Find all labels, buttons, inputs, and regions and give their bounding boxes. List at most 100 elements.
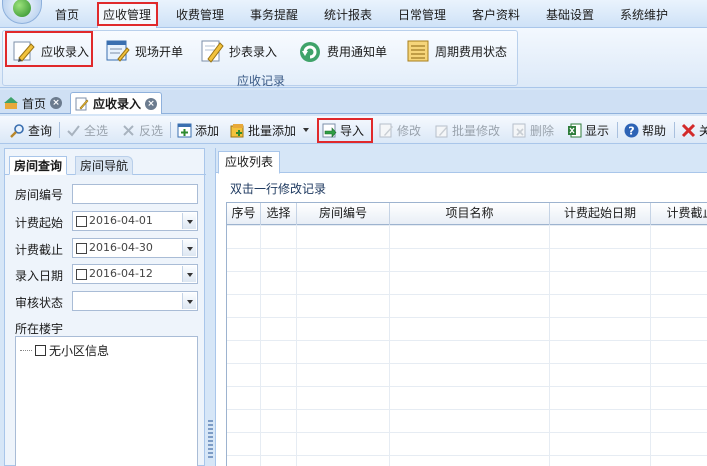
toolbar-import-button[interactable]: 导入 (322, 121, 364, 139)
app-logo-icon (13, 0, 31, 17)
app-orb-button[interactable] (2, 0, 42, 24)
main-menu-bar: 首页 应收管理 收费管理 事务提醒 统计报表 日常管理 客户资料 基础设置 系统… (0, 0, 707, 28)
toolbar-button-label: 删除 (530, 123, 555, 138)
toolbar-delete-button[interactable]: 删除 (512, 121, 554, 139)
column-header-charge-start[interactable]: 计费起始日期 (550, 203, 651, 225)
cross-icon (123, 124, 134, 136)
audit-status-label: 审核状态 (15, 296, 64, 310)
toolbar-add-button[interactable]: 添加 (177, 121, 219, 139)
room-number-label: 房间编号 (15, 188, 64, 202)
toolbar-button-label: 帮助 (642, 123, 667, 138)
menu-settings[interactable]: 基础设置 (537, 5, 603, 25)
batch-add-icon (230, 123, 244, 137)
check-icon (67, 124, 80, 137)
chevron-down-icon[interactable] (182, 213, 196, 229)
column-header-room-number[interactable]: 房间编号 (297, 203, 390, 225)
chevron-down-icon[interactable] (182, 240, 196, 256)
menu-home[interactable]: 首页 (47, 5, 87, 25)
toolbar-separator (674, 122, 675, 138)
tree-node-checkbox[interactable] (35, 345, 46, 356)
column-header-item-name[interactable]: 项目名称 (390, 203, 550, 225)
menu-reminders[interactable]: 事务提醒 (241, 5, 307, 25)
grid-header: 序号 选择 房间编号 项目名称 计费起始日期 计费截止 (227, 203, 707, 225)
toolbar-help-button[interactable]: ? 帮助 (624, 121, 666, 139)
charge-end-checkbox[interactable] (76, 243, 87, 254)
ribbon-button-fee-notice[interactable]: 费用通知单 (297, 36, 387, 66)
charge-start-datepicker[interactable]: 2016-04-01 (72, 211, 198, 231)
toolbar-invert-select-button[interactable]: 反选 (121, 121, 163, 139)
tree-connector (20, 350, 32, 351)
ribbon-button-onsite-billing[interactable]: 现场开单 (105, 36, 183, 66)
home-icon (4, 97, 18, 109)
tab-room-navigation[interactable]: 房间导航 (75, 156, 134, 175)
form-edit-icon (105, 38, 131, 64)
meter-pencil-icon (199, 38, 225, 64)
menu-receivable[interactable]: 应收管理 (97, 3, 157, 28)
receivable-grid[interactable]: 序号 选择 房间编号 项目名称 计费起始日期 计费截止 (226, 202, 707, 466)
menu-customers[interactable]: 客户资料 (463, 5, 529, 25)
grid-column-line (549, 225, 550, 466)
audit-status-select[interactable] (72, 291, 198, 311)
column-header-index[interactable]: 序号 (227, 203, 261, 225)
ribbon-button-label: 周期费用状态 (435, 44, 508, 59)
room-number-input[interactable] (72, 184, 198, 204)
delete-icon (512, 123, 526, 137)
ribbon-button-receivable-entry[interactable]: 应收录入 (11, 36, 89, 66)
ribbon: 应收录入 现场开单 抄表录入 费用通知单 周期费用状态 应收记录 (0, 28, 707, 88)
menu-maintenance[interactable]: 系统维护 (611, 5, 677, 25)
excel-icon (568, 123, 582, 137)
ribbon-button-period-status[interactable]: 周期费用状态 (405, 36, 507, 66)
charge-end-value: 2016-04-30 (89, 241, 153, 254)
column-header-select[interactable]: 选择 (261, 203, 297, 225)
document-tab-strip: 首页 × 应收录入 × (0, 90, 707, 114)
toolbar-search-button[interactable]: 查询 (10, 121, 52, 139)
grid-column-line (650, 225, 651, 466)
menu-reports[interactable]: 统计报表 (315, 5, 381, 25)
grid-column-line (260, 225, 261, 466)
ribbon-button-meter-entry[interactable]: 抄表录入 (199, 36, 277, 66)
tab-room-query[interactable]: 房间查询 (9, 156, 68, 175)
toolbar-close-button[interactable]: 关 (681, 121, 707, 139)
tree-node[interactable]: 无小区信息 (20, 342, 109, 359)
import-icon (322, 123, 337, 138)
chevron-down-icon[interactable] (182, 266, 196, 282)
ledger-icon (405, 38, 431, 64)
panel-splitter[interactable] (206, 148, 215, 466)
tab-receivable-list[interactable]: 应收列表 (218, 151, 281, 174)
grid-column-line (389, 225, 390, 466)
toolbar-button-label: 批量添加 (248, 123, 297, 138)
charge-end-label: 计费截止 (15, 243, 64, 257)
toolbar-button-label: 查询 (28, 123, 53, 138)
entry-date-datepicker[interactable]: 2016-04-12 (72, 264, 198, 284)
charge-start-checkbox[interactable] (76, 216, 87, 227)
charge-start-label: 计费起始 (15, 216, 64, 230)
toolbar-select-all-button[interactable]: 全选 (66, 121, 108, 139)
doc-tab-label: 应收录入 (93, 97, 142, 111)
entry-date-checkbox[interactable] (76, 269, 87, 280)
edit-icon (379, 123, 393, 137)
close-red-icon (681, 123, 696, 137)
chevron-down-icon[interactable] (182, 293, 196, 309)
entry-date-value: 2016-04-12 (89, 267, 153, 280)
toolbar-display-button[interactable]: 显示 (567, 121, 609, 139)
dropdown-arrow-icon[interactable] (303, 128, 310, 132)
toolbar-edit-button[interactable]: 修改 (379, 121, 421, 139)
grid-hint-text: 双击一行修改记录 (230, 182, 327, 196)
toolbar-batch-edit-button[interactable]: 批量修改 (434, 121, 500, 139)
doc-tab-receivable-entry[interactable]: 应收录入 × (70, 92, 163, 114)
toolbar-batch-add-button[interactable]: 批量添加 (230, 121, 310, 139)
building-label: 所在楼宇 (15, 322, 64, 336)
close-icon[interactable]: × (145, 97, 158, 110)
building-tree[interactable]: 无小区信息 (15, 336, 198, 466)
doc-tab-home[interactable]: 首页 × (0, 92, 66, 114)
pencil-edit-icon (11, 38, 37, 64)
left-panel-tabs: 房间查询 房间导航 (5, 153, 206, 175)
tree-node-label: 无小区信息 (49, 344, 110, 358)
menu-charges[interactable]: 收费管理 (167, 5, 233, 25)
charge-end-datepicker[interactable]: 2016-04-30 (72, 238, 198, 258)
splitter-grip[interactable] (208, 420, 213, 460)
close-icon[interactable]: × (50, 97, 63, 109)
column-header-charge-end[interactable]: 计费截止 (651, 203, 707, 225)
toolbar-separator (617, 122, 618, 138)
menu-daily[interactable]: 日常管理 (389, 5, 455, 25)
